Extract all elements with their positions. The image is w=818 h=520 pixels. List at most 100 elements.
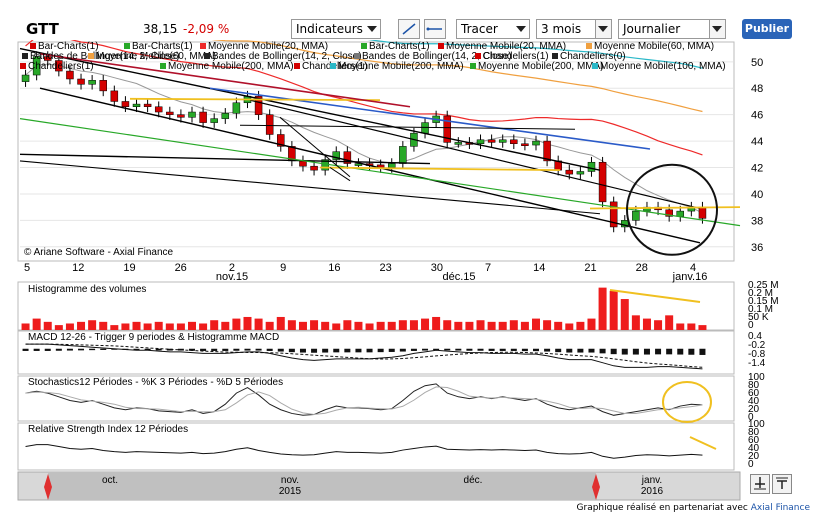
price-axis-label: 42 [751, 163, 763, 175]
macd-histogram-bar [288, 348, 295, 353]
volume-bar [176, 323, 185, 330]
volume-bar [620, 299, 629, 330]
volume-bar [376, 321, 385, 330]
volume-bar [143, 323, 152, 330]
volume-bar [665, 315, 674, 330]
zoom-out-button[interactable] [772, 474, 792, 494]
macd-histogram-bar [422, 348, 429, 351]
price-chart: © Ariane Software - Axial Finance Bar-Ch… [17, 40, 779, 501]
candle-body [110, 90, 119, 102]
volume-bar [454, 321, 463, 330]
period-select[interactable]: 3 mois [536, 19, 612, 39]
volume-bar [587, 318, 596, 330]
date-tick-label: 7 [485, 262, 491, 274]
collapse-icon [776, 477, 788, 489]
interval-select[interactable]: Journalier [618, 19, 726, 39]
candle-body [587, 161, 596, 172]
macd-histogram-bar [355, 348, 362, 353]
macd-histogram-bar [233, 348, 240, 351]
candle-body [88, 80, 96, 85]
candle-body [399, 146, 407, 164]
candle-body [698, 206, 707, 219]
volume-bar [221, 321, 230, 330]
legend-swatch [592, 63, 598, 69]
candle-body [632, 210, 640, 221]
volume-bar [110, 325, 119, 330]
legend-swatch [475, 53, 481, 59]
candle-body [598, 161, 607, 203]
footer-brand-link[interactable]: Axial Finance [751, 503, 810, 513]
draw-line-tool[interactable] [398, 19, 420, 39]
draw-horizontal-tool[interactable] [424, 19, 446, 39]
macd-histogram-bar [621, 348, 628, 355]
draw-dropdown[interactable]: Tracer [456, 19, 530, 39]
macd-histogram-bar [377, 348, 384, 353]
legend-swatch [330, 63, 336, 69]
ticker-symbol: GTT [26, 20, 59, 38]
macd-histogram-bar [322, 348, 329, 353]
macd-histogram-bar [211, 348, 218, 351]
macd-histogram-bar [55, 348, 62, 351]
legend-swatch [294, 63, 300, 69]
volume-axis-label: 0 [748, 320, 754, 331]
macd-histogram-bar [677, 348, 684, 355]
date-tick-label: 14 [533, 262, 545, 274]
volume-bar [354, 321, 363, 330]
volume-bar [65, 323, 74, 330]
macd-histogram-bar [44, 348, 51, 351]
legend-swatch [20, 63, 26, 69]
date-tick-label: 9 [280, 262, 286, 274]
volume-bar [654, 320, 663, 330]
candle-body [576, 171, 585, 175]
candle-body [310, 165, 318, 171]
macd-histogram-bar [688, 348, 695, 355]
navigator-month: oct. [102, 475, 118, 486]
legend-label: Moyenne Mobile(200, MMA) [338, 61, 464, 72]
volume-bar [77, 321, 86, 330]
volume-bar [132, 321, 141, 330]
price-axis-label: 40 [751, 189, 763, 201]
macd-histogram-bar [222, 348, 229, 351]
volume-bar [642, 318, 651, 330]
horizontal-line-icon [426, 27, 442, 31]
macd-histogram-bar [499, 348, 506, 351]
candle-body [387, 163, 396, 168]
volume-bar [421, 318, 430, 330]
price-axis-label: 38 [751, 215, 763, 227]
macd-histogram-bar [399, 348, 406, 352]
legend-label: Moyenne Mobile(200, MMA) [168, 61, 294, 72]
date-tick-label: 16 [328, 262, 340, 274]
volume-bar [443, 320, 452, 330]
month-label: déc.15 [442, 271, 475, 283]
publish-button[interactable]: Publier [742, 19, 792, 39]
candle-body [121, 101, 130, 107]
zoom-in-button[interactable] [750, 474, 770, 494]
panel-title: Stochastics12 Périodes - %K 3 Périodes -… [28, 377, 283, 388]
volume-bar [121, 323, 130, 330]
macd-histogram-bar [666, 348, 673, 355]
volume-bar [321, 321, 330, 330]
date-tick-label: 28 [636, 262, 648, 274]
volume-bar [432, 316, 441, 330]
volume-bar [254, 318, 263, 330]
date-tick-label: 5 [24, 262, 30, 274]
candle-body [299, 160, 307, 167]
volume-bar [554, 321, 563, 330]
toolbar: GTT 38,15 -2,09 % Indicateurs Tracer 3 m… [0, 0, 818, 40]
period-value: 3 mois [541, 22, 582, 36]
legend-swatch [470, 63, 476, 69]
macd-histogram-bar [311, 348, 318, 353]
navigator-month: déc. [464, 475, 483, 486]
navigator[interactable]: oct. nov. déc. janv. 2015 2016 [17, 471, 741, 501]
volume-bar [498, 321, 507, 330]
price-axis-label: 44 [751, 136, 763, 148]
candle-body [188, 111, 196, 118]
chevron-down-icon [516, 26, 526, 32]
volume-bar [32, 318, 41, 330]
indicators-dropdown[interactable]: Indicateurs [291, 19, 381, 39]
macd-histogram-bar [466, 348, 473, 351]
volume-bar [398, 320, 407, 330]
macd-histogram-bar [555, 348, 562, 353]
volume-bar [43, 321, 52, 330]
date-tick-label: 21 [584, 262, 596, 274]
